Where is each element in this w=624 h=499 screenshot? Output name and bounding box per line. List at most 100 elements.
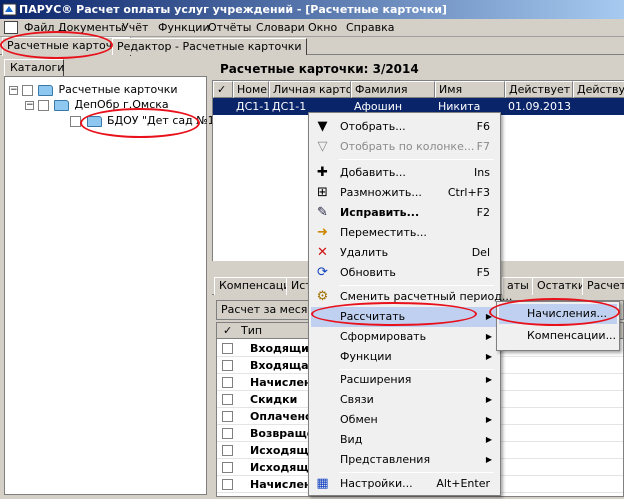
row-checkbox[interactable]	[222, 343, 233, 354]
column-header-type[interactable]: Тип	[241, 323, 262, 339]
menu-item-view[interactable]: Вид ▶	[311, 430, 498, 450]
folder-icon	[54, 99, 69, 111]
column-header-number[interactable]: Номер	[233, 81, 269, 98]
catalog-tree[interactable]: − Расчетные карточки − ДепОбр г.Омска БД…	[4, 76, 215, 495]
calculate-submenu: Начисления... Компенсации...	[496, 301, 620, 351]
column-header-valid-from[interactable]: Действует ↑	[505, 81, 573, 98]
row-checkbox[interactable]	[222, 462, 233, 473]
tree-item-label: Расчетные карточки	[58, 83, 178, 96]
submenu-item-accruals[interactable]: Начисления...	[499, 304, 617, 324]
menu-separator	[339, 159, 494, 160]
tree-checkbox[interactable]	[37, 99, 49, 111]
row-checkbox[interactable]	[222, 428, 233, 439]
menu-item-change-period[interactable]: ⚙ Сменить расчетный период...	[311, 287, 513, 307]
tree-item-kindergarten[interactable]: БДОУ "Дет сад №1	[55, 114, 215, 128]
menu-item-duplicate[interactable]: ⊞ Размножить... Ctrl+F3	[311, 183, 498, 203]
submenu-arrow-icon: ▶	[485, 415, 492, 424]
menu-item-add[interactable]: ✚ Добавить... Ins	[311, 163, 498, 183]
move-icon: ➜	[317, 225, 328, 240]
tab-calculation[interactable]: Расчет з	[582, 277, 624, 295]
menu-window[interactable]: Окно	[308, 20, 337, 36]
period-icon: ⚙	[316, 289, 329, 304]
submenu-arrow-icon: ▶	[485, 375, 492, 384]
row-checkbox[interactable]	[222, 445, 233, 456]
menu-help[interactable]: Справка	[346, 20, 394, 36]
collapse-icon[interactable]: −	[9, 85, 18, 95]
menu-item-settings[interactable]: ▦ Настройки... Alt+Enter	[311, 474, 498, 494]
tree-item-root[interactable]: − Расчетные карточки	[9, 83, 178, 97]
column-header-name[interactable]: Имя	[435, 81, 505, 98]
submenu-arrow-icon: ▶	[485, 312, 492, 321]
menu-separator	[339, 472, 494, 473]
menu-accounting[interactable]: Учёт	[122, 20, 148, 36]
menu-item-links[interactable]: Связи ▶	[311, 390, 498, 410]
menu-functions[interactable]: Функции	[158, 20, 210, 36]
duplicate-icon: ⊞	[317, 185, 328, 200]
delete-icon: ✕	[317, 245, 328, 260]
menu-dictionaries[interactable]: Словари	[256, 20, 305, 36]
menu-item-edit[interactable]: ✎ Исправить... F2	[311, 203, 498, 223]
column-header-surname[interactable]: Фамилия	[351, 81, 435, 98]
tree-item-department[interactable]: − ДепОбр г.Омска	[25, 98, 169, 112]
row-checkbox[interactable]	[222, 411, 233, 422]
menu-item-filter-column[interactable]: ▽ Отобрать по колонке... F7	[311, 137, 498, 157]
window-title: ПАРУС® Расчет оплаты услуг учреждений - …	[19, 3, 447, 16]
column-header-personal-card[interactable]: Личная карточ	[269, 81, 351, 98]
table-cell	[573, 98, 624, 115]
document-icon[interactable]	[4, 21, 18, 34]
menu-item-generate[interactable]: Сформировать ▶	[311, 327, 498, 347]
table-cell	[213, 98, 233, 115]
add-icon: ✚	[317, 165, 328, 180]
menu-reports[interactable]: Отчёты	[208, 20, 251, 36]
folder-icon	[86, 115, 102, 127]
row-checkbox[interactable]	[222, 360, 233, 371]
row-checkbox[interactable]	[222, 479, 233, 490]
tree-item-label: ДепОбр г.Омска	[74, 98, 169, 111]
menu-item-refresh[interactable]: ⟳ Обновить F5	[311, 263, 498, 283]
row-type: Оплачено	[250, 410, 313, 423]
filter-icon: ▼	[317, 119, 328, 134]
menu-item-extensions[interactable]: Расширения ▶	[311, 370, 498, 390]
edit-icon: ✎	[317, 205, 328, 220]
menu-item-representations[interactable]: Представления ▶	[311, 450, 498, 470]
row-type: Входящая	[250, 359, 316, 372]
submenu-arrow-icon: ▶	[485, 435, 492, 444]
filter-column-icon: ▽	[317, 139, 328, 154]
submenu-arrow-icon: ▶	[485, 455, 492, 464]
tree-checkbox[interactable]	[21, 84, 33, 96]
document-tabs: Расчетные карточки Редактор - Расчетные …	[0, 37, 624, 56]
menu-item-filter[interactable]: ▼ Отобрать... F6	[311, 117, 498, 137]
settings-icon: ▦	[316, 476, 329, 491]
tree-checkbox[interactable]	[70, 115, 81, 127]
menu-item-delete[interactable]: ✕ Удалить Del	[311, 243, 498, 263]
menu-bar: Файл Документы Учёт Функции Отчёты Слова…	[0, 19, 624, 37]
catalog-pane: Каталоги − Расчетные карточки − ДепОбр г…	[2, 57, 215, 497]
menu-item-move[interactable]: ➜ Переместить...	[311, 223, 498, 243]
menu-file[interactable]: Файл	[24, 20, 54, 36]
row-type: Входящий	[250, 342, 317, 355]
row-checkbox[interactable]	[222, 377, 233, 388]
table-cell: ДС1-1	[233, 98, 269, 115]
submenu-arrow-icon: ▶	[485, 395, 492, 404]
row-checkbox[interactable]	[222, 394, 233, 405]
column-header-check[interactable]: ✓	[223, 323, 232, 339]
app-icon	[2, 2, 17, 17]
folder-icon	[38, 84, 53, 96]
menu-item-calculate[interactable]: Рассчитать ▶	[311, 307, 498, 327]
menu-item-exchange[interactable]: Обмен ▶	[311, 410, 498, 430]
tab-catalogs[interactable]: Каталоги	[4, 59, 64, 76]
menu-documents[interactable]: Документы	[58, 20, 124, 36]
row-type: Скидки	[250, 393, 298, 406]
column-header-check[interactable]: ✓	[213, 81, 233, 98]
submenu-item-compensations[interactable]: Компенсации...	[499, 326, 617, 346]
context-menu: ▼ Отобрать... F6 ▽ Отобрать по колонке...…	[308, 112, 513, 496]
menu-item-functions[interactable]: Функции ▶	[311, 347, 498, 367]
tab-editor-payment-cards[interactable]: Редактор - Расчетные карточки	[112, 38, 307, 55]
column-header-valid-to[interactable]: Действует	[573, 81, 624, 98]
submenu-arrow-icon: ▶	[485, 332, 492, 341]
refresh-icon: ⟳	[317, 265, 328, 280]
collapse-icon[interactable]: −	[25, 100, 34, 110]
table-cell: 01.09.2013	[505, 98, 573, 115]
window-title-bar: ПАРУС® Расчет оплаты услуг учреждений - …	[0, 0, 624, 19]
submenu-arrow-icon: ▶	[485, 352, 492, 361]
